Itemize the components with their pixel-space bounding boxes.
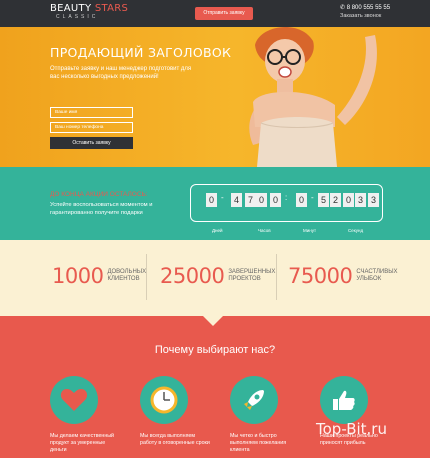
stat-clients: 1000 ДОВОЛЬНЫХ КЛИЕНТОВ [52,264,147,288]
timer-separator: - [311,193,314,202]
brand-name-part2: STARS [94,3,129,14]
stat-smiles: 75000 СЧАСТЛИВЫХ УЛЫБОК [288,264,398,288]
minutes-digit: 5 [318,193,329,207]
phone-number: 8 800 555 55 55 [346,5,391,11]
rocket-icon [244,390,264,410]
promo-text: Успейте воспользоваться моментом и гаран… [50,202,153,216]
hero-model-photo [249,27,377,167]
submit-request-button[interactable]: Оставить заявку [50,137,133,149]
feature-icon-circle [230,376,278,424]
logo[interactable]: BEAUTY STARS CLASSIC [50,4,128,20]
seconds-digit: 3 [355,193,366,207]
top-bar: BEAUTY STARS CLASSIC Отправить заявку ✆ … [0,0,430,27]
hero-section: ПРОДАЮЩИЙ ЗАГОЛОВОК Отправьте заявку и н… [0,27,430,167]
timer-label-hours: Часов [258,228,271,233]
features-title: Почему выбирают нас? [154,344,276,356]
seconds-digit: 3 [368,193,379,207]
callback-link[interactable]: Заказать звонок [340,13,390,20]
brand-name-part1: BEAUTY [50,3,92,14]
contact-block: ✆ 8 800 555 55 55 Заказать звонок [340,5,390,20]
heart-icon [60,389,88,411]
timer-separator: : [285,193,288,202]
clock-icon [150,386,178,414]
minutes-digit: 2 [330,193,341,207]
thumbs-up-icon [333,390,355,410]
divider [276,254,277,300]
hero-subtitle: Отправьте заявку и наш менеджер подготов… [50,66,192,81]
hours-digit: 0 [270,193,281,207]
days-digit: 7 [245,193,256,207]
send-request-button[interactable]: Отправить заявку [195,7,253,20]
stat-projects: 25000 ЗАВЕРШЕННЫХ ПРОЕКТОВ [160,264,276,288]
brand-subtitle: CLASSIC [56,14,99,20]
promo-section: ДО КОНЦА АКЦИИ ОСТАЛОСЬ: Успейте восполь… [0,167,430,240]
seconds-digit: 0 [343,193,354,207]
hours-digit: 0 [256,193,267,207]
feature-text: Мы всегда выполняем работу в оговоренные… [140,433,210,446]
phone-input[interactable]: Ваш номер телефона [50,122,133,133]
days-digit: 0 [206,193,217,207]
minutes-digit: 0 [296,193,307,207]
watermark: Top-Bit.ru [316,420,387,438]
section-notch [203,316,223,326]
timer-label-seconds: Секунд [348,228,364,233]
phone-icon: ✆ [340,5,346,11]
feature-icon-circle [140,376,188,424]
timer-label-days: Дней [212,228,223,233]
feature-text: Мы делаем качественный продукт за умерен… [50,433,115,453]
feature-text: Мы четко и быстро выполняем пожелания кл… [230,433,287,453]
promo-title: ДО КОНЦА АКЦИИ ОСТАЛОСЬ: [50,191,148,198]
name-input[interactable]: Ваше имя [50,107,133,118]
stats-section: 1000 ДОВОЛЬНЫХ КЛИЕНТОВ 25000 ЗАВЕРШЕННЫХ ПР… [0,240,430,316]
feature-icon-circle [320,376,368,424]
timer-label-minutes: Минут [303,228,317,233]
divider [146,254,147,300]
days-digit: 4 [231,193,242,207]
feature-icon-circle [50,376,98,424]
timer-separator: - [221,193,224,202]
